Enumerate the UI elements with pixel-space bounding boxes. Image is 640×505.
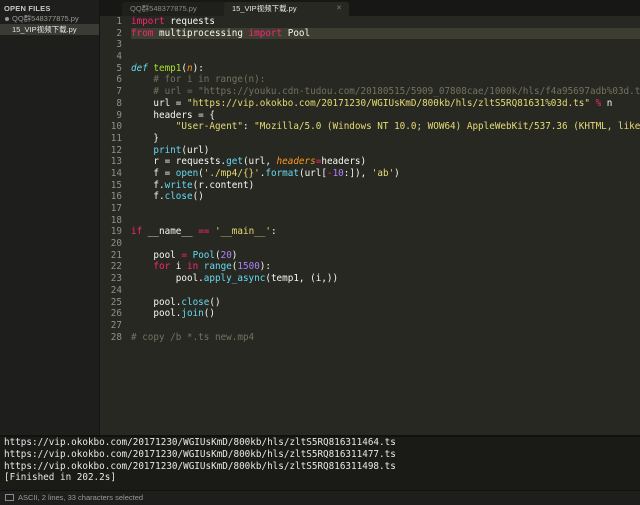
code-line-22: for i in range(1500):	[153, 261, 271, 273]
line-number: 17	[110, 203, 122, 214]
line-number-gutter: 1 2 3 4 5 6 7 8 9 10 11 12 13 14 15 16 17 18 19 20 21 22 23 24 2…	[100, 16, 122, 343]
code-line-1: import requests	[131, 16, 215, 27]
code-line-19: if __name__ == '__main__':	[131, 226, 277, 238]
line-number: 13	[110, 156, 122, 168]
line-number: 16	[110, 191, 122, 203]
build-output-panel[interactable]: https://vip.okokbo.com/20171230/WGIUsKmD…	[0, 435, 640, 492]
line-number: 2	[116, 27, 122, 39]
line-number: 10	[110, 121, 122, 133]
code-line-9: headers = {	[131, 109, 215, 121]
line-number: 9	[116, 109, 122, 121]
unsaved-dot-icon	[5, 17, 9, 22]
line-number: 12	[110, 144, 122, 156]
line-number: 23	[110, 273, 122, 285]
code-line-2: from multiprocessing import Pool	[131, 27, 640, 40]
sidebar-file-label: QQ群548377875.py	[12, 14, 79, 23]
line-number: 8	[116, 97, 122, 109]
line-number: 1	[116, 16, 122, 27]
output-line: https://vip.okokbo.com/20171230/WGIUsKmD…	[4, 460, 396, 472]
output-line: [Finished in 202.2s]	[4, 472, 116, 484]
close-icon[interactable]: ✕	[336, 2, 342, 16]
status-text: ASCII, 2 lines, 33 characters selected	[18, 493, 144, 502]
code-line-7: # url = "https://youku.cdn-tudou.com/201…	[131, 86, 640, 98]
code-line-11: }	[131, 132, 159, 144]
code-line-15: f.write(r.content)	[131, 179, 255, 191]
line-number: 5	[116, 62, 122, 74]
open-files-header: OPEN FILES	[4, 4, 51, 13]
line-number: 21	[110, 249, 122, 261]
line-number: 25	[110, 296, 122, 308]
code-line-26: pool.join()	[131, 308, 215, 320]
tab-label: QQ群548377875.py	[130, 4, 197, 13]
line-number: 6	[116, 74, 122, 86]
code-line-25: pool.close()	[131, 296, 221, 308]
tab-label: 15_VIP视频下载.py	[232, 4, 297, 13]
tab-bar: QQ群548377875.py ✕ 15_VIP视频下载.py ✕	[100, 0, 640, 16]
sidebar: OPEN FILES QQ群548377875.py 15_VIP视频下载.py	[0, 0, 100, 435]
line-number: 26	[110, 308, 122, 320]
code-line-8: url = "https://vip.okokbo.com/20171230/W…	[131, 97, 613, 109]
line-number: 11	[110, 132, 122, 144]
sidebar-file-label: 15_VIP视频下载.py	[12, 25, 77, 34]
line-number: 22	[110, 261, 122, 273]
sidebar-file-vip[interactable]: 15_VIP视频下载.py	[0, 24, 99, 35]
sidebar-file-qq[interactable]: QQ群548377875.py	[0, 13, 99, 24]
code-editor[interactable]: 1 2 3 4 5 6 7 8 9 10 11 12 13 14 15 16 17 18 19 20 21 22 23 24 2…	[100, 16, 640, 435]
line-number: 14	[110, 167, 122, 179]
line-number: 20	[110, 238, 122, 250]
line-number: 18	[110, 214, 122, 226]
panel-toggle-icon[interactable]	[5, 494, 14, 501]
code-line-13: r = requests.get(url, headers=headers)	[131, 156, 367, 168]
code-line-21: pool = Pool(20)	[131, 249, 238, 261]
line-number: 28	[110, 331, 122, 343]
tab-vip[interactable]: 15_VIP视频下载.py ✕	[224, 2, 349, 16]
line-number: 3	[116, 39, 122, 51]
code-line-16: f.close()	[131, 191, 204, 203]
output-line: https://vip.okokbo.com/20171230/WGIUsKmD…	[4, 437, 396, 448]
code-line-5: def temp1(n):	[131, 62, 204, 74]
code-line-6: # for i in range(n):	[131, 74, 266, 86]
line-number: 27	[110, 319, 122, 331]
code-area[interactable]: import requests from multiprocessing imp…	[131, 16, 640, 343]
output-line: https://vip.okokbo.com/20171230/WGIUsKmD…	[4, 448, 396, 460]
code-line-14: f = open('./mp4/{}'.format(url[-10:]), '…	[131, 167, 400, 179]
line-number: 7	[116, 86, 122, 98]
code-line-23: pool.apply_async(temp1, (i,))	[131, 273, 339, 285]
line-number: 19	[110, 226, 122, 238]
code-line-28: # copy /b *.ts new.mp4	[131, 331, 255, 343]
code-line-10: "User-Agent": "Mozilla/5.0 (Windows NT 1…	[175, 121, 640, 133]
line-number: 4	[116, 51, 122, 63]
status-bar: ASCII, 2 lines, 33 characters selected	[0, 490, 640, 505]
line-number: 24	[110, 284, 122, 296]
code-line-12: print(url)	[153, 144, 210, 156]
line-number: 15	[110, 179, 122, 191]
